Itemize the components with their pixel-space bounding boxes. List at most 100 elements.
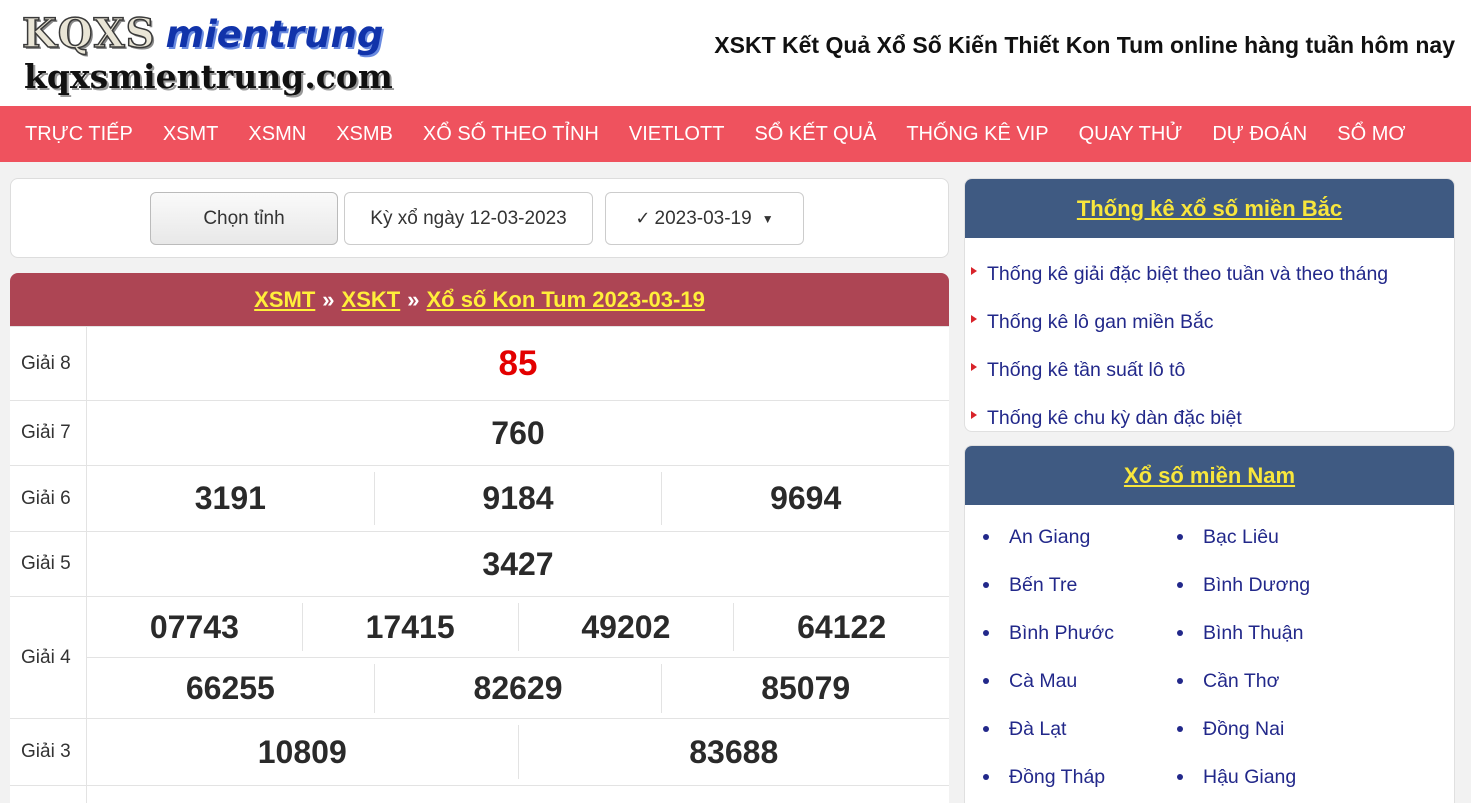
- prize-label: Giải 8: [10, 327, 87, 400]
- prize-number: 07743: [149, 608, 239, 645]
- main-nav: TRỰC TIẾP XSMT XSMN XSMB XỔ SỐ THEO TỈNH…: [0, 106, 1471, 162]
- province-link[interactable]: Bình Thuận: [1177, 609, 1371, 657]
- province-link[interactable]: An Giang: [983, 513, 1177, 561]
- prize-row-6: Giải 6 3191 9184 9694: [10, 465, 949, 531]
- nav-xsmb[interactable]: XSMB: [321, 123, 408, 146]
- prize-row-3: Giải 3 10809 83688: [10, 718, 949, 785]
- province-link[interactable]: Hậu Giang: [1177, 753, 1371, 801]
- stat-link-label: Thống kê lô gan miền Bắc: [987, 310, 1214, 333]
- north-stats-title[interactable]: Thống kê xổ số miền Bắc: [1077, 196, 1342, 222]
- province-label: Đà Lạt: [1009, 717, 1067, 740]
- stat-link[interactable]: Thống kê lô gan miền Bắc: [971, 298, 1454, 346]
- prize-row-5: Giải 5 3427: [10, 531, 949, 596]
- stat-link[interactable]: Thống kê chu kỳ dàn đặc biệt: [971, 394, 1454, 431]
- stat-link[interactable]: Thống kê tần suất lô tô: [971, 346, 1454, 394]
- site-logo[interactable]: KQXS mientrung kqxsmientrung.com: [21, 9, 402, 98]
- bullet-triangle-icon: [971, 315, 977, 323]
- nav-quay-thu[interactable]: QUAY THỬ: [1064, 123, 1198, 146]
- province-label: Bình Phước: [1009, 621, 1114, 644]
- bullet-dot-icon: [983, 774, 989, 780]
- province-link[interactable]: Bình Dương: [1177, 561, 1371, 609]
- province-label: Bến Tre: [1009, 573, 1078, 596]
- prize-label: Giải 4: [10, 597, 87, 718]
- bullet-dot-icon: [1177, 534, 1183, 540]
- nav-so-ket-qua[interactable]: SỔ KẾT QUẢ: [739, 123, 891, 146]
- nav-xsmt[interactable]: XSMT: [148, 123, 234, 146]
- prize-row-7: Giải 7 760: [10, 400, 949, 465]
- prize-label: Giải 3: [10, 719, 87, 785]
- prize-number: 760: [491, 414, 545, 451]
- south-lottery-box: Xổ số miền Nam An Giang Bạc Liêu Bến Tre…: [964, 445, 1455, 803]
- province-link[interactable]: Bình Phước: [983, 609, 1177, 657]
- province-label: Bình Thuận: [1203, 621, 1304, 644]
- province-label: An Giang: [1009, 525, 1091, 548]
- province-label: Cần Thơ: [1203, 669, 1280, 692]
- draw-date-button[interactable]: Kỳ xổ ngày 12-03-2023: [344, 192, 593, 245]
- province-link[interactable]: Bạc Liêu: [1177, 513, 1371, 561]
- bullet-dot-icon: [983, 582, 989, 588]
- prize-number: 49202: [517, 603, 734, 651]
- bullet-dot-icon: [983, 534, 989, 540]
- breadcrumb-sep: »: [322, 286, 335, 312]
- bullet-dot-icon: [1177, 774, 1183, 780]
- date-select-value: 2023-03-19: [654, 207, 752, 229]
- results-breadcrumb: XSMT » XSKT » Xổ số Kon Tum 2023-03-19: [10, 273, 949, 326]
- date-select[interactable]: ✓ 2023-03-19 ▼: [605, 192, 804, 245]
- bullet-dot-icon: [1177, 678, 1183, 684]
- nav-du-doan[interactable]: DỰ ĐOÁN: [1197, 123, 1322, 146]
- province-label: Đồng Nai: [1203, 717, 1285, 740]
- logo-mientrung: mientrung: [165, 13, 384, 56]
- filter-panel: Chọn tỉnh Kỳ xổ ngày 12-03-2023 ✓ 2023-0…: [10, 178, 949, 258]
- stat-link-label: Thống kê giải đặc biệt theo tuần và theo…: [987, 262, 1389, 285]
- south-lottery-title[interactable]: Xổ số miền Nam: [1124, 463, 1295, 489]
- nav-xo-so-theo-tinh[interactable]: XỔ SỐ THEO TỈNH: [408, 123, 614, 146]
- province-link[interactable]: Đà Lạt: [983, 705, 1177, 753]
- prize-number: 9184: [373, 472, 662, 525]
- prize-number: 82629: [373, 664, 662, 713]
- nav-so-mo[interactable]: SỔ MƠ: [1322, 123, 1420, 146]
- bullet-dot-icon: [1177, 582, 1183, 588]
- province-link[interactable]: Cà Mau: [983, 657, 1177, 705]
- prize-number: 85079: [661, 664, 949, 713]
- province-link[interactable]: Đồng Tháp: [983, 753, 1177, 801]
- province-label: Bạc Liêu: [1203, 525, 1279, 548]
- province-label: Cà Mau: [1009, 669, 1078, 692]
- results-table: XSMT » XSKT » Xổ số Kon Tum 2023-03-19 G…: [10, 273, 949, 803]
- prize-number: 64122: [733, 603, 949, 651]
- prize-number: 9694: [661, 472, 949, 525]
- bullet-triangle-icon: [971, 267, 977, 275]
- prize-number: 66255: [185, 670, 275, 706]
- prize-number: 3427: [482, 545, 554, 582]
- province-link[interactable]: Đồng Nai: [1177, 705, 1371, 753]
- prize-number-special: 85: [498, 343, 538, 383]
- nav-xsmn[interactable]: XSMN: [233, 123, 321, 146]
- prize-number: 3191: [194, 480, 266, 516]
- bullet-dot-icon: [983, 678, 989, 684]
- province-link[interactable]: Cần Thơ: [1177, 657, 1371, 705]
- logo-wordmark: KQXS mientrung: [21, 9, 384, 58]
- nav-vietlott[interactable]: VIETLOTT: [614, 123, 740, 146]
- province-label: Đồng Tháp: [1009, 765, 1106, 788]
- prize-label-empty: [10, 786, 87, 803]
- north-stats-box: Thống kê xổ số miền Bắc Thống kê giải đặ…: [964, 178, 1455, 432]
- stat-link-label: Thống kê tần suất lô tô: [987, 358, 1186, 381]
- province-link[interactable]: Bến Tre: [983, 561, 1177, 609]
- bullet-dot-icon: [983, 630, 989, 636]
- province-label: Hậu Giang: [1203, 765, 1297, 788]
- choose-province-button[interactable]: Chọn tỉnh: [150, 192, 338, 245]
- stat-link-label: Thống kê chu kỳ dàn đặc biệt: [987, 406, 1242, 429]
- nav-truc-tiep[interactable]: TRỰC TIẾP: [10, 123, 148, 146]
- bullet-triangle-icon: [971, 411, 977, 419]
- bullet-dot-icon: [1177, 726, 1183, 732]
- breadcrumb-xsmt[interactable]: XSMT: [254, 287, 315, 313]
- logo-kqxs: KQXS: [21, 9, 156, 58]
- nav-thong-ke-vip[interactable]: THỐNG KÊ VIP: [891, 123, 1063, 146]
- province-label: Bình Dương: [1203, 573, 1311, 596]
- bullet-dot-icon: [1177, 630, 1183, 636]
- prize-number: 10809: [257, 733, 347, 770]
- north-stats-header: Thống kê xổ số miền Bắc: [965, 179, 1454, 238]
- breadcrumb-xskt[interactable]: XSKT: [342, 287, 401, 313]
- stat-link[interactable]: Thống kê giải đặc biệt theo tuần và theo…: [971, 250, 1454, 298]
- prize-row-next: [10, 785, 949, 803]
- breadcrumb-kon-tum[interactable]: Xổ số Kon Tum 2023-03-19: [426, 287, 704, 313]
